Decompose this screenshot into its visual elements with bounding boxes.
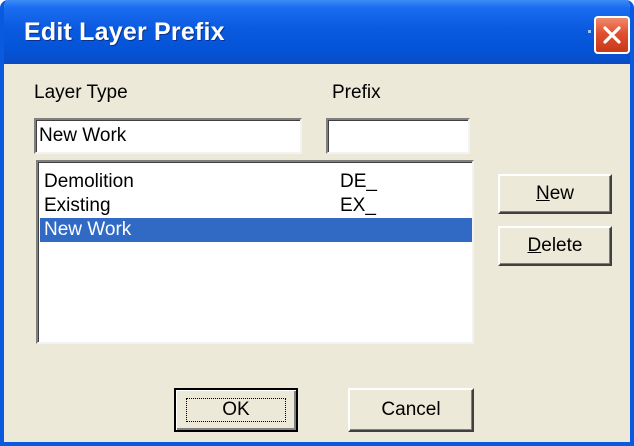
- dialog-title: Edit Layer Prefix: [24, 18, 225, 46]
- ok-button[interactable]: OK: [174, 388, 298, 432]
- delete-button-label: elete: [541, 235, 583, 256]
- title-bar[interactable]: Edit Layer Prefix: [4, 0, 630, 64]
- list-item-selected[interactable]: New Work: [40, 218, 472, 242]
- list-item[interactable]: Existing EX_: [40, 194, 472, 218]
- list-item[interactable]: Demolition DE_: [40, 170, 472, 194]
- close-button[interactable]: [594, 16, 630, 54]
- list-item-name: Existing: [44, 195, 111, 216]
- layer-prefix-list[interactable]: Demolition DE_ Existing EX_ New Work: [36, 160, 474, 344]
- cancel-button[interactable]: Cancel: [348, 388, 474, 432]
- prefix-input[interactable]: [326, 118, 470, 154]
- prefix-label: Prefix: [332, 82, 381, 103]
- layer-type-input[interactable]: [34, 118, 302, 154]
- delete-button[interactable]: Delete: [498, 226, 612, 266]
- list-item-name: New Work: [44, 219, 132, 240]
- new-button-label: ew: [549, 183, 575, 204]
- list-item-prefix: DE_: [340, 171, 377, 192]
- focus-indicator: [186, 398, 286, 422]
- title-bar-ornament: [588, 30, 591, 33]
- close-icon: [603, 26, 621, 44]
- cancel-button-label: Cancel: [381, 399, 441, 420]
- new-button-mnemonic: N: [535, 183, 550, 204]
- new-button[interactable]: New: [498, 174, 612, 214]
- list-item-prefix: EX_: [340, 195, 376, 216]
- delete-button-mnemonic: D: [527, 235, 542, 256]
- edit-layer-prefix-dialog: Edit Layer Prefix Layer Type Prefix Demo…: [0, 0, 634, 446]
- list-item-name: Demolition: [44, 171, 134, 192]
- layer-type-label: Layer Type: [34, 82, 128, 103]
